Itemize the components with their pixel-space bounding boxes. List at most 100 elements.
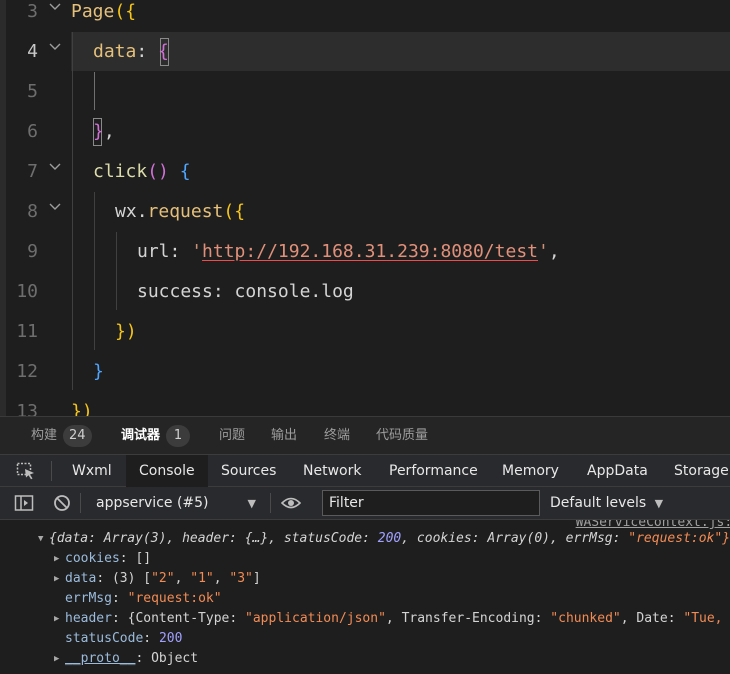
panel-tab[interactable]: 代码质量 bbox=[376, 417, 428, 455]
fold-chevron-icon[interactable] bbox=[48, 200, 62, 214]
console-token: "Tue, 1 bbox=[683, 611, 723, 626]
code-line[interactable]: 3 Page({ bbox=[0, 0, 730, 32]
devtools-tab[interactable]: Network bbox=[303, 455, 361, 487]
line-number: 10 bbox=[16, 281, 38, 302]
expand-triangle-icon[interactable]: ▶ bbox=[54, 649, 59, 669]
devtools-tab[interactable]: Storage bbox=[674, 455, 729, 487]
console-property-row[interactable]: ▶ data: (3) ["2", "1", "3"] bbox=[0, 569, 730, 589]
code-token: ({ bbox=[223, 201, 246, 222]
panel-tab[interactable]: 调试器 1 bbox=[121, 417, 191, 455]
line-number: 5 bbox=[27, 81, 38, 102]
console-token: {…} bbox=[244, 531, 269, 546]
line-number: 7 bbox=[27, 161, 38, 182]
fold-chevron-icon[interactable] bbox=[48, 160, 62, 174]
console-token: header bbox=[182, 531, 230, 546]
code-token: { bbox=[179, 161, 191, 182]
code-token: ({ bbox=[114, 1, 137, 22]
eye-icon[interactable] bbox=[281, 494, 301, 512]
console-token: , bbox=[401, 531, 417, 546]
devtools-tab[interactable]: Performance bbox=[389, 455, 478, 487]
console-token: : bbox=[362, 531, 378, 546]
expand-triangle-icon[interactable]: ▶ bbox=[54, 569, 59, 589]
console-token: "request:ok" bbox=[127, 591, 222, 606]
filter-input[interactable] bbox=[322, 490, 540, 516]
code-token: log bbox=[321, 281, 354, 302]
console-token: : Object bbox=[135, 651, 199, 666]
expand-triangle-icon[interactable]: ▶ bbox=[54, 609, 59, 629]
console-token: : {Content-Type: bbox=[111, 611, 246, 626]
line-number: 4 bbox=[27, 41, 38, 62]
code-line[interactable]: 5 bbox=[0, 72, 730, 112]
expand-triangle-icon[interactable]: ▼ bbox=[38, 529, 43, 549]
context-selector[interactable]: appservice (#5) ▼ bbox=[88, 491, 264, 516]
console-token: : bbox=[143, 631, 159, 646]
fold-chevron-icon[interactable] bbox=[48, 0, 62, 14]
console-token: data bbox=[65, 571, 97, 586]
console-property-row[interactable]: ▶ header: {Content-Type: "application/jso… bbox=[0, 609, 730, 629]
console-output: WAServiceContext.js:1 ▼ {data: Array(3), … bbox=[0, 520, 730, 674]
toolbar-divider bbox=[80, 493, 81, 513]
line-number: 13 bbox=[16, 401, 38, 416]
clear-console-icon[interactable] bbox=[52, 494, 72, 512]
console-token: statusCode bbox=[283, 531, 363, 546]
code-line[interactable]: 12} bbox=[0, 352, 730, 392]
console-property-text: header: {Content-Type: "application/json… bbox=[65, 609, 730, 629]
code-token: } bbox=[93, 121, 104, 142]
devtools-tab[interactable]: Wxml bbox=[72, 455, 112, 487]
fold-chevron-icon[interactable] bbox=[48, 40, 62, 54]
devtools-tab[interactable]: Memory bbox=[502, 455, 559, 487]
log-levels-dropdown[interactable]: Default levels ▼ bbox=[550, 491, 663, 516]
console-token: data bbox=[56, 531, 89, 546]
devtools-tab[interactable]: Console bbox=[126, 455, 208, 487]
console-property-text: statusCode: 200 bbox=[65, 629, 182, 649]
console-token: : bbox=[111, 591, 128, 606]
console-property-row[interactable]: ▶ cookies: [] bbox=[0, 549, 730, 569]
panel-tab[interactable]: 输出 bbox=[271, 417, 297, 455]
console-token: , Transfer-Encoding: bbox=[385, 611, 551, 626]
code-token: ' bbox=[191, 241, 203, 262]
console-property-row[interactable]: ▶ __proto__: Object bbox=[0, 649, 730, 669]
code-line[interactable]: 4 data: { bbox=[0, 32, 730, 72]
line-number: 12 bbox=[16, 361, 38, 382]
code-line[interactable]: 11}) bbox=[0, 312, 730, 352]
caret-down-icon: ▼ bbox=[247, 497, 256, 510]
console-property-text: cookies: [] bbox=[65, 549, 151, 569]
console-property-text: errMsg: "request:ok" bbox=[65, 589, 222, 609]
console-token: "3" bbox=[229, 571, 253, 586]
console-property-row: errMsg: "request:ok" bbox=[0, 589, 730, 609]
code-editor[interactable]: 3 Page({4 data: { 5 6}, 7 click() {8 wx.request… bbox=[0, 0, 730, 416]
code-text: }) bbox=[115, 312, 137, 352]
code-token: . bbox=[310, 281, 322, 302]
panel-tab[interactable]: 终端 bbox=[324, 417, 350, 455]
code-token: } bbox=[93, 361, 104, 382]
code-token: http://192.168.31.239:8080/test bbox=[202, 241, 538, 262]
code-text: wx.request({ bbox=[115, 192, 245, 232]
devtools-tab[interactable]: Sources bbox=[221, 455, 276, 487]
code-line[interactable]: 10 success: console.log bbox=[0, 272, 730, 312]
console-token: "application/json" bbox=[245, 611, 386, 626]
expand-triangle-icon[interactable]: ▶ bbox=[54, 549, 59, 569]
sidebar-toggle-icon[interactable] bbox=[14, 494, 34, 512]
toolbar-divider bbox=[51, 461, 52, 481]
line-number: 9 bbox=[27, 241, 38, 262]
code-token: : bbox=[136, 41, 159, 62]
code-line[interactable]: 7 click() { bbox=[0, 152, 730, 192]
code-line[interactable]: 13}) bbox=[0, 392, 730, 416]
panel-tab[interactable]: 问题 bbox=[219, 417, 245, 455]
code-line[interactable]: 9 url: 'http://192.168.31.239:8080/test', bbox=[0, 232, 730, 272]
console-property-text: data: (3) ["2", "1", "3"] bbox=[65, 569, 261, 589]
console-token: : bbox=[88, 531, 104, 546]
devtools-tab[interactable]: AppData bbox=[587, 455, 648, 487]
code-text: click() { bbox=[93, 152, 191, 192]
console-log-text: {data: Array(3), header: {…}, statusCode… bbox=[49, 529, 730, 549]
console-token: 200 bbox=[158, 631, 183, 646]
panel-tab-label: 输出 bbox=[271, 428, 298, 443]
inspect-element-icon[interactable] bbox=[16, 462, 36, 480]
code-text: success: console.log bbox=[137, 272, 354, 312]
panel-tab[interactable]: 构建 24 bbox=[31, 417, 92, 455]
code-token: url bbox=[137, 241, 170, 262]
caret-down-icon: ▼ bbox=[654, 497, 664, 510]
code-line[interactable]: 8 wx.request({ bbox=[0, 192, 730, 232]
code-line[interactable]: 6}, bbox=[0, 112, 730, 152]
console-log-summary[interactable]: ▼ {data: Array(3), header: {…}, statusCod… bbox=[0, 529, 730, 549]
